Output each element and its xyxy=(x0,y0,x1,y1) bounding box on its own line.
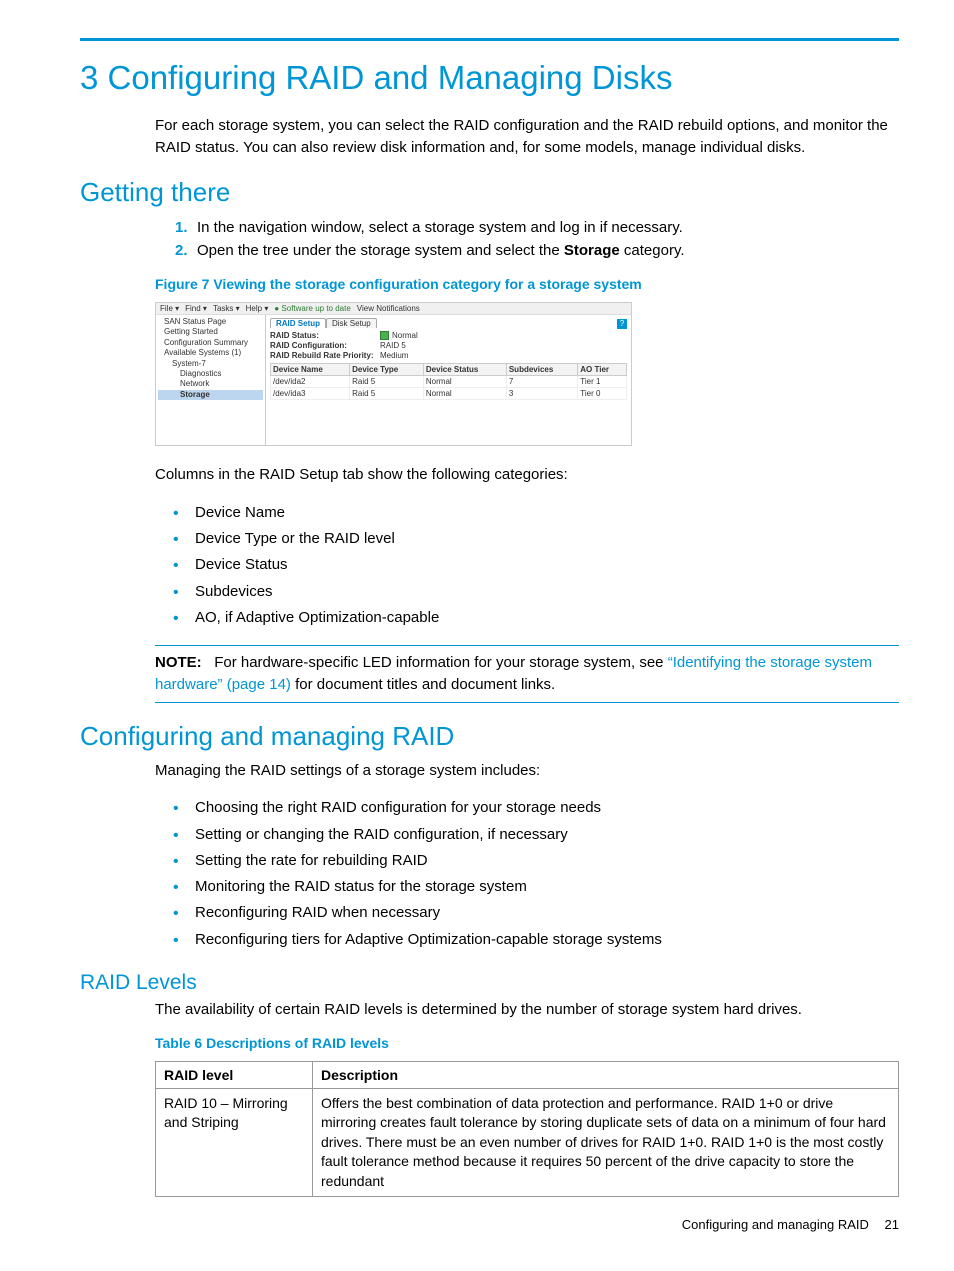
list-item: Reconfiguring RAID when necessary xyxy=(173,900,899,926)
status-dot-icon xyxy=(380,331,389,340)
tree-item[interactable]: Network xyxy=(158,379,263,389)
raid-levels-heading: RAID Levels xyxy=(80,971,899,995)
tree-item[interactable]: Available Systems (1) xyxy=(158,348,263,358)
top-rule xyxy=(80,38,899,41)
kv-row: RAID Rebuild Rate Priority:Medium xyxy=(270,351,627,360)
figure-menubar: File ▾ Find ▾ Tasks ▾ Help ▾ ● Software … xyxy=(156,303,631,315)
tree-item[interactable]: Diagnostics xyxy=(158,369,263,379)
figure-caption: Figure 7 Viewing the storage configurati… xyxy=(155,276,899,292)
chapter-title: 3 Configuring RAID and Managing Disks xyxy=(80,59,899,97)
note-label: NOTE: xyxy=(155,654,202,671)
note-text-after: for document titles and document links. xyxy=(291,676,555,693)
tree-item[interactable]: Configuration Summary xyxy=(158,338,263,348)
raid-levels-table: RAID level Description RAID 10 – Mirrori… xyxy=(155,1061,899,1198)
menu-item[interactable]: File ▾ xyxy=(160,304,179,313)
tab-raid-setup[interactable]: RAID Setup xyxy=(270,318,326,328)
note-box: NOTE: For hardware-specific LED informat… xyxy=(155,645,899,703)
step-text: Open the tree under the storage system a… xyxy=(197,242,685,259)
col-header: AO Tier xyxy=(578,364,627,376)
list-item: Monitoring the RAID status for the stora… xyxy=(173,874,899,900)
tab-disk-setup[interactable]: Disk Setup xyxy=(326,318,377,328)
view-notifications[interactable]: View Notifications xyxy=(357,304,420,313)
figure-tabs: RAID Setup Disk Setup xyxy=(270,318,627,328)
step-text: In the navigation window, select a stora… xyxy=(197,219,683,236)
menu-item[interactable]: Help ▾ xyxy=(246,304,269,313)
table-row[interactable]: /dev/ida3 Raid 5 Normal 3 Tier 0 xyxy=(271,388,627,400)
columns-list: Device Name Device Type or the RAID leve… xyxy=(155,500,899,631)
raid-level-desc: Offers the best combination of data prot… xyxy=(313,1088,899,1197)
help-icon[interactable]: ? xyxy=(617,319,627,329)
list-item: Choosing the right RAID configuration fo… xyxy=(173,795,899,821)
getting-there-steps: 1.In the navigation window, select a sto… xyxy=(155,216,899,263)
getting-there-heading: Getting there xyxy=(80,177,899,208)
figure-screenshot: File ▾ Find ▾ Tasks ▾ Help ▾ ● Software … xyxy=(155,302,632,446)
columns-intro: Columns in the RAID Setup tab show the f… xyxy=(155,464,899,486)
col-header: Device Type xyxy=(350,364,424,376)
nav-tree: SAN Status Page Getting Started Configur… xyxy=(156,315,266,445)
tree-item[interactable]: SAN Status Page xyxy=(158,317,263,327)
col-header: Device Status xyxy=(423,364,506,376)
tree-item[interactable]: System-7 xyxy=(158,359,263,369)
raid-levels-intro: The availability of certain RAID levels … xyxy=(155,999,899,1021)
list-item: Device Status xyxy=(173,552,899,578)
menu-item[interactable]: Find ▾ xyxy=(185,304,207,313)
list-item: Subdevices xyxy=(173,579,899,605)
page-number: 21 xyxy=(885,1217,899,1232)
list-item: Device Type or the RAID level xyxy=(173,526,899,552)
table-row[interactable]: /dev/ida2 Raid 5 Normal 7 Tier 1 xyxy=(271,376,627,388)
table-row: RAID 10 – Mirroring and Striping Offers … xyxy=(156,1088,899,1197)
device-table: Device Name Device Type Device Status Su… xyxy=(270,363,627,400)
step-1: 1.In the navigation window, select a sto… xyxy=(175,216,899,239)
step-2: 2.Open the tree under the storage system… xyxy=(175,239,899,262)
col-header: Device Name xyxy=(271,364,350,376)
list-item: Device Name xyxy=(173,500,899,526)
figure-content: ? RAID Setup Disk Setup RAID Status:Norm… xyxy=(266,315,631,445)
table-caption: Table 6 Descriptions of RAID levels xyxy=(155,1035,899,1051)
page-footer: Configuring and managing RAID 21 xyxy=(80,1217,899,1232)
col-header: Subdevices xyxy=(506,364,577,376)
list-item: Setting the rate for rebuilding RAID xyxy=(173,848,899,874)
status-uptodate: ● Software up to date xyxy=(274,304,350,313)
managing-heading: Configuring and managing RAID xyxy=(80,721,899,752)
managing-list: Choosing the right RAID configuration fo… xyxy=(155,795,899,953)
tree-item-storage[interactable]: Storage xyxy=(158,390,263,400)
footer-text: Configuring and managing RAID xyxy=(682,1217,869,1232)
tree-item[interactable]: Getting Started xyxy=(158,327,263,337)
note-text-before: For hardware-specific LED information fo… xyxy=(214,654,668,671)
menu-item[interactable]: Tasks ▾ xyxy=(213,304,240,313)
page: 3 Configuring RAID and Managing Disks Fo… xyxy=(0,0,954,1262)
kv-row: RAID Configuration:RAID 5 xyxy=(270,341,627,350)
col-header: RAID level xyxy=(156,1061,313,1088)
raid-level-name: RAID 10 – Mirroring and Striping xyxy=(156,1088,313,1197)
managing-intro: Managing the RAID settings of a storage … xyxy=(155,760,899,782)
list-item: AO, if Adaptive Optimization-capable xyxy=(173,605,899,631)
chapter-intro: For each storage system, you can select … xyxy=(155,115,899,159)
col-header: Description xyxy=(313,1061,899,1088)
kv-row: RAID Status:Normal xyxy=(270,331,627,340)
list-item: Setting or changing the RAID configurati… xyxy=(173,822,899,848)
list-item: Reconfiguring tiers for Adaptive Optimiz… xyxy=(173,927,899,953)
